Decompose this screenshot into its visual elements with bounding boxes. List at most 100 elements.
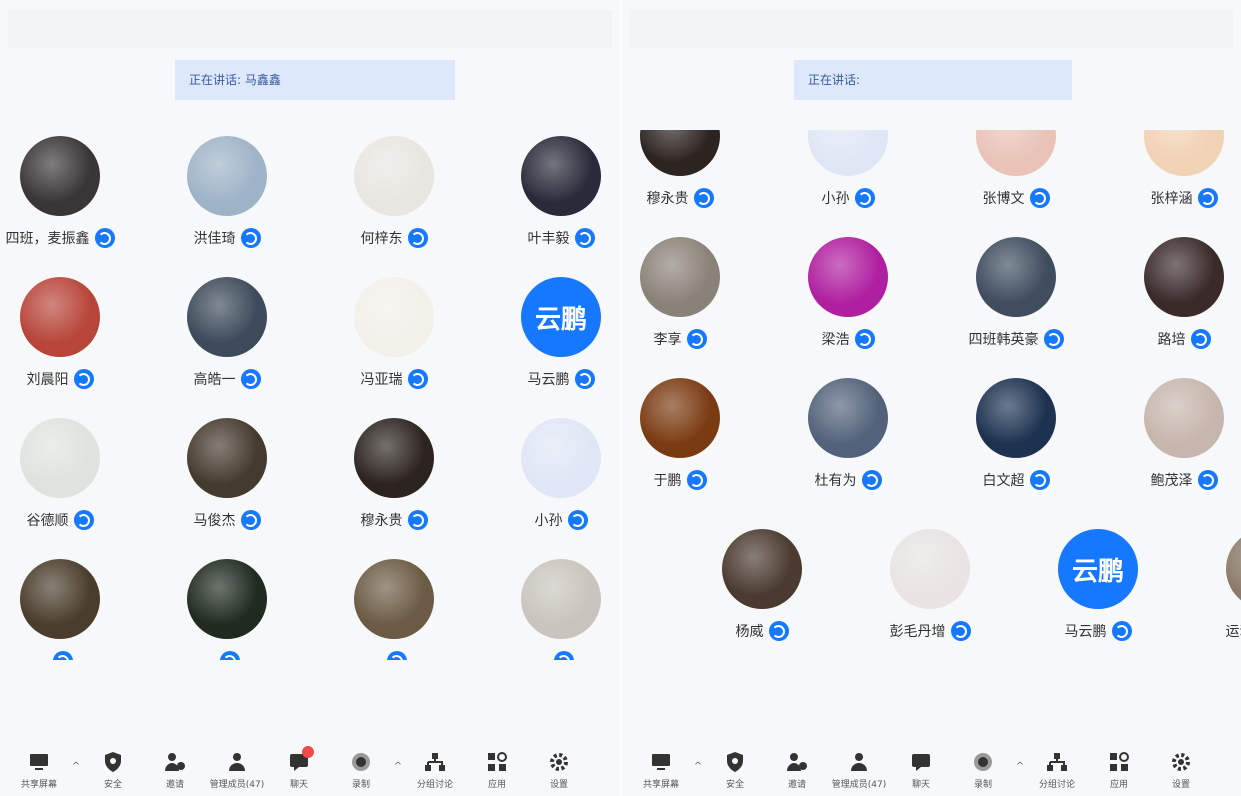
participant-name: 梁浩 [821, 332, 850, 348]
host-badge-icon [94, 228, 115, 248]
gear-button[interactable]: 设置 [528, 750, 590, 790]
participant-tile[interactable] [314, 553, 474, 660]
record-button[interactable]: 录制 [952, 750, 1014, 790]
participant-name-row: 运动四班 [1186, 619, 1241, 643]
avatar [1144, 237, 1224, 317]
participant-name: 四班韩英豪 [968, 332, 1039, 348]
participant-tile[interactable]: 穆永贵 [314, 412, 474, 532]
participant-tile[interactable]: 冯亚瑞 [314, 271, 474, 391]
participant-tile[interactable]: 小孙 [768, 130, 928, 210]
toolbar-label: 分组讨论 [1038, 780, 1075, 790]
participant-tile[interactable]: 杨威 [682, 523, 842, 643]
host-badge-icon [219, 651, 240, 660]
participant-name-row: 梁浩 [768, 327, 928, 351]
participant-name-row: 鲍茂泽 [1104, 468, 1241, 492]
participant-tile[interactable]: 马俊杰 [147, 412, 307, 532]
participant-tile[interactable]: 谷德顺 [0, 412, 140, 532]
avatar [187, 418, 267, 498]
participant-tile[interactable]: 洪佳琦 [147, 130, 307, 250]
invite-button[interactable]: 邀请 [144, 750, 206, 790]
shield-button[interactable]: 安全 [704, 750, 766, 790]
chevron-up-icon[interactable]: ^ [392, 761, 404, 790]
participant-tile[interactable]: 彭毛丹增 [850, 523, 1010, 643]
avatar [521, 418, 601, 498]
participant-tile[interactable]: 高皓一 [147, 271, 307, 391]
participant-tile[interactable]: 张博文 [936, 130, 1096, 210]
gear-button[interactable]: 设置 [1150, 750, 1212, 790]
breakout-icon [1047, 753, 1067, 771]
invite-button[interactable]: 邀请 [766, 750, 828, 790]
participant-name: 马云鹏 [527, 372, 570, 388]
participant-name: 张梓涵 [1150, 191, 1193, 207]
record-button[interactable]: 录制 [330, 750, 392, 790]
gear-icon [1172, 753, 1190, 771]
screen-share-icon [30, 754, 48, 770]
screen-share-button[interactable]: 共享屏幕 [8, 750, 70, 790]
participant-tile[interactable]: 于鹏 [622, 372, 760, 492]
notification-dot [302, 746, 314, 758]
host-badge-icon [407, 510, 428, 530]
participant-tile[interactable]: 四班，麦振鑫 [0, 130, 140, 250]
participant-name-row: 杨威 [682, 619, 842, 643]
participant-tile[interactable]: 梁浩 [768, 231, 928, 351]
participant-tile[interactable]: 李享 [622, 231, 760, 351]
host-badge-icon [386, 651, 407, 660]
avatar [354, 418, 434, 498]
participant-name: 四班，麦振鑫 [5, 231, 90, 247]
apps-icon [488, 752, 507, 771]
participant-tile[interactable]: 路培 [1104, 231, 1241, 351]
avatar [808, 237, 888, 317]
participant-name-row: 叶丰毅 [481, 226, 620, 250]
avatar-text: 云鹏 [1058, 529, 1138, 609]
participant-tile[interactable] [481, 553, 620, 660]
participant-tile[interactable]: 叶丰毅 [481, 130, 620, 250]
host-badge-icon [1029, 470, 1050, 490]
host-badge-icon [686, 329, 707, 349]
apps-button[interactable]: 应用 [1088, 750, 1150, 790]
avatar [976, 130, 1056, 176]
chat-button[interactable]: 聊天 [268, 746, 330, 790]
participant-tile[interactable]: 四班韩英豪 [936, 231, 1096, 351]
breakout-button[interactable]: 分组讨论 [404, 750, 466, 790]
participant-name-row: 李享 [622, 327, 760, 351]
participant-name-row [481, 649, 620, 660]
participant-tile[interactable]: 杜有为 [768, 372, 928, 492]
participant-tile[interactable]: 刘晨阳 [0, 271, 140, 391]
participant-tile[interactable]: 云鹏 马云鹏 [1018, 523, 1178, 643]
avatar [640, 378, 720, 458]
avatar [1226, 529, 1241, 609]
participant-tile[interactable]: 运动四班 [1186, 523, 1241, 643]
breakout-button[interactable]: 分组讨论 [1026, 750, 1088, 790]
chevron-up-icon[interactable]: ^ [692, 761, 704, 790]
apps-button[interactable]: 应用 [466, 750, 528, 790]
shield-button[interactable]: 安全 [82, 750, 144, 790]
chat-button[interactable]: 聊天 [890, 750, 952, 790]
chevron-up-icon[interactable]: ^ [1014, 761, 1026, 790]
participant-tile[interactable]: 何梓东 [314, 130, 474, 250]
participant-tile[interactable]: 白文超 [936, 372, 1096, 492]
toolbar-label: 录制 [973, 780, 992, 790]
participant-name: 叶丰毅 [527, 231, 570, 247]
participant-tile[interactable]: 张梓涵 [1104, 130, 1241, 210]
participant-tile[interactable]: 小孙 [481, 412, 620, 532]
speaking-indicator: 正在讲话: [794, 60, 1072, 100]
screen-share-button[interactable]: 共享屏幕 [630, 750, 692, 790]
host-badge-icon [950, 621, 971, 641]
members-button[interactable]: 管理成员(47) [828, 750, 890, 790]
avatar [187, 136, 267, 216]
participant-tile[interactable]: 云鹏 马云鹏 [481, 271, 620, 391]
members-icon [229, 753, 245, 771]
members-button[interactable]: 管理成员(47) [206, 750, 268, 790]
participant-tile[interactable]: 穆永贵 [622, 130, 760, 210]
avatar [1144, 378, 1224, 458]
participant-name: 彭毛丹增 [889, 624, 946, 640]
top-bar [630, 10, 1233, 48]
chat-icon [912, 754, 930, 771]
chevron-up-icon[interactable]: ^ [70, 761, 82, 790]
participant-tile[interactable] [0, 553, 140, 660]
participant-tile[interactable]: 鲍茂泽 [1104, 372, 1241, 492]
participant-tile[interactable] [147, 553, 307, 660]
participant-name-row [147, 649, 307, 660]
host-badge-icon [567, 510, 588, 530]
meeting-window-right: 正在讲话: 穆永贵 小孙 张博文 张梓涵李享 梁浩 四班韩英豪 路培于鹏 杜有为 白文超 鲍茂泽杨… [622, 0, 1241, 796]
